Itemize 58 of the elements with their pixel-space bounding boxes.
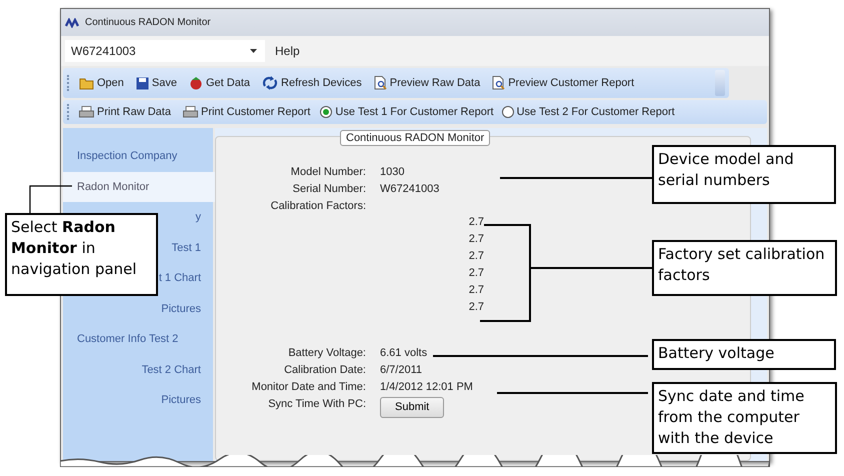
callout-text: Sync date and time from the computer with the device [652, 382, 837, 454]
nav-item[interactable]: t 1 Chart [158, 272, 201, 284]
printer-icon [182, 106, 198, 118]
refresh-icon [262, 76, 278, 90]
window-title: Continuous RADON Monitor [85, 17, 211, 28]
field-label: Battery Voltage: [287, 346, 366, 361]
field-label: Sync Time With PC: [267, 397, 366, 412]
callout-text: Battery voltage [652, 339, 836, 370]
radio-option[interactable]: Use Test 1 For Customer Report [318, 106, 496, 118]
nav-item[interactable]: Test 2 Chart [142, 364, 201, 376]
radio-button[interactable] [502, 106, 514, 118]
field-value: 1/4/2012 12:01 PM [380, 380, 473, 395]
field-value: 6/7/2011 [380, 363, 422, 378]
print-button[interactable]: Print Customer Report [178, 104, 314, 120]
radio-button[interactable] [320, 106, 332, 118]
radio-option[interactable]: Use Test 2 For Customer Report [500, 106, 677, 118]
toolbar-button[interactable]: Preview Customer Report [488, 74, 638, 92]
callout-text: Select Radon Monitor in navigation panel [5, 213, 158, 296]
nav-item[interactable]: Inspection Company [77, 150, 178, 162]
field-label: Monitor Date and Time: [250, 380, 366, 395]
field-value: 6.61 volts [380, 346, 428, 361]
nav-item[interactable]: Customer Info Test 2 [77, 333, 178, 345]
dropdown-arrow-icon [250, 49, 257, 53]
nav-item[interactable]: Radon Monitor [77, 180, 150, 192]
field-label: Model Number: [290, 165, 366, 180]
toolbar-button[interactable]: Refresh Devices [258, 74, 366, 92]
calibration-value: 2.7 [468, 283, 484, 298]
field-label: Calibration Date: [283, 363, 366, 378]
toolbar-button[interactable]: Preview Raw Data [370, 74, 484, 92]
calibration-value: 2.7 [468, 300, 484, 315]
printer-icon [79, 106, 94, 118]
toolbar-button[interactable]: Get Data [185, 74, 254, 92]
print-button[interactable]: Print Raw Data [75, 104, 175, 120]
nav-item[interactable]: y [196, 211, 201, 223]
wave-icon [65, 18, 81, 28]
field-label: Serial Number: [292, 182, 366, 197]
field-value: 1030 [380, 165, 404, 180]
document-preview-icon [492, 76, 506, 90]
callout-text: Factory set calibration factors [652, 240, 837, 296]
folder-icon [79, 76, 94, 90]
toolbar-button[interactable]: Save [132, 74, 181, 92]
nav-item[interactable]: Test 1 [172, 242, 201, 254]
callout-text: Device model and serial numbers [652, 145, 836, 204]
document-preview-icon [374, 76, 387, 90]
calibration-value: 2.7 [468, 215, 484, 230]
calibration-value: 2.7 [468, 266, 484, 281]
nav-item[interactable]: Pictures [161, 302, 201, 314]
group-title: Continuous RADON Monitor [340, 130, 490, 146]
calibration-value: 2.7 [468, 249, 484, 264]
nav-item[interactable]: Pictures [161, 394, 201, 406]
calibration-value: 2.7 [468, 232, 484, 247]
field-value: W67241003 [380, 182, 440, 197]
device-dropdown[interactable]: W67241003 [65, 40, 265, 62]
field-label: Calibration Factors: [270, 199, 366, 214]
leader-line [29, 185, 72, 213]
submit-button[interactable]: Submit [380, 397, 444, 418]
toolbar-button[interactable]: Open [75, 74, 128, 92]
menu-item[interactable]: Help [275, 44, 300, 58]
